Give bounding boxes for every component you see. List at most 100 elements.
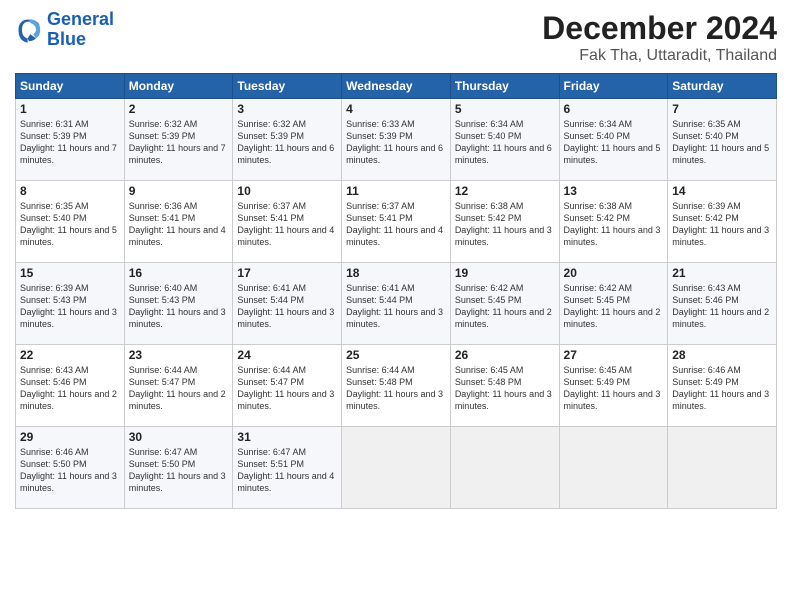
- calendar-cell: 30 Sunrise: 6:47 AMSunset: 5:50 PMDaylig…: [124, 427, 233, 509]
- cell-info: Sunrise: 6:41 AMSunset: 5:44 PMDaylight:…: [237, 283, 334, 329]
- cell-info: Sunrise: 6:39 AMSunset: 5:42 PMDaylight:…: [672, 201, 769, 247]
- cell-info: Sunrise: 6:38 AMSunset: 5:42 PMDaylight:…: [564, 201, 661, 247]
- cell-info: Sunrise: 6:43 AMSunset: 5:46 PMDaylight:…: [20, 365, 117, 411]
- cell-info: Sunrise: 6:42 AMSunset: 5:45 PMDaylight:…: [564, 283, 661, 329]
- logo-text: General Blue: [47, 10, 114, 50]
- calendar-cell: 2 Sunrise: 6:32 AMSunset: 5:39 PMDayligh…: [124, 99, 233, 181]
- cell-info: Sunrise: 6:33 AMSunset: 5:39 PMDaylight:…: [346, 119, 443, 165]
- week-row-5: 29 Sunrise: 6:46 AMSunset: 5:50 PMDaylig…: [16, 427, 777, 509]
- calendar-cell: 25 Sunrise: 6:44 AMSunset: 5:48 PMDaylig…: [342, 345, 451, 427]
- calendar-cell: 15 Sunrise: 6:39 AMSunset: 5:43 PMDaylig…: [16, 263, 125, 345]
- col-friday: Friday: [559, 74, 668, 99]
- calendar-cell: 20 Sunrise: 6:42 AMSunset: 5:45 PMDaylig…: [559, 263, 668, 345]
- day-number: 11: [346, 184, 446, 198]
- day-number: 9: [129, 184, 229, 198]
- cell-info: Sunrise: 6:37 AMSunset: 5:41 PMDaylight:…: [346, 201, 443, 247]
- calendar-cell: 9 Sunrise: 6:36 AMSunset: 5:41 PMDayligh…: [124, 181, 233, 263]
- day-number: 17: [237, 266, 337, 280]
- calendar-cell: 29 Sunrise: 6:46 AMSunset: 5:50 PMDaylig…: [16, 427, 125, 509]
- cell-info: Sunrise: 6:42 AMSunset: 5:45 PMDaylight:…: [455, 283, 552, 329]
- calendar-cell: [559, 427, 668, 509]
- title-area: December 2024 Fak Tha, Uttaradit, Thaila…: [542, 10, 777, 65]
- calendar-cell: 13 Sunrise: 6:38 AMSunset: 5:42 PMDaylig…: [559, 181, 668, 263]
- day-number: 5: [455, 102, 555, 116]
- calendar-cell: 21 Sunrise: 6:43 AMSunset: 5:46 PMDaylig…: [668, 263, 777, 345]
- day-number: 3: [237, 102, 337, 116]
- day-number: 6: [564, 102, 664, 116]
- calendar-cell: 3 Sunrise: 6:32 AMSunset: 5:39 PMDayligh…: [233, 99, 342, 181]
- day-number: 25: [346, 348, 446, 362]
- calendar-cell: 26 Sunrise: 6:45 AMSunset: 5:48 PMDaylig…: [450, 345, 559, 427]
- calendar-cell: 24 Sunrise: 6:44 AMSunset: 5:47 PMDaylig…: [233, 345, 342, 427]
- day-number: 13: [564, 184, 664, 198]
- day-number: 22: [20, 348, 120, 362]
- cell-info: Sunrise: 6:43 AMSunset: 5:46 PMDaylight:…: [672, 283, 769, 329]
- day-number: 29: [20, 430, 120, 444]
- day-number: 10: [237, 184, 337, 198]
- logo-icon: [15, 16, 43, 44]
- calendar-cell: 6 Sunrise: 6:34 AMSunset: 5:40 PMDayligh…: [559, 99, 668, 181]
- cell-info: Sunrise: 6:35 AMSunset: 5:40 PMDaylight:…: [672, 119, 769, 165]
- calendar-cell: 11 Sunrise: 6:37 AMSunset: 5:41 PMDaylig…: [342, 181, 451, 263]
- day-number: 31: [237, 430, 337, 444]
- calendar-cell: 31 Sunrise: 6:47 AMSunset: 5:51 PMDaylig…: [233, 427, 342, 509]
- cell-info: Sunrise: 6:47 AMSunset: 5:51 PMDaylight:…: [237, 447, 334, 493]
- calendar-cell: 7 Sunrise: 6:35 AMSunset: 5:40 PMDayligh…: [668, 99, 777, 181]
- logo-line1: General: [47, 10, 114, 30]
- cell-info: Sunrise: 6:41 AMSunset: 5:44 PMDaylight:…: [346, 283, 443, 329]
- cell-info: Sunrise: 6:36 AMSunset: 5:41 PMDaylight:…: [129, 201, 226, 247]
- calendar-cell: 10 Sunrise: 6:37 AMSunset: 5:41 PMDaylig…: [233, 181, 342, 263]
- day-number: 4: [346, 102, 446, 116]
- cell-info: Sunrise: 6:44 AMSunset: 5:47 PMDaylight:…: [129, 365, 226, 411]
- calendar-cell: 5 Sunrise: 6:34 AMSunset: 5:40 PMDayligh…: [450, 99, 559, 181]
- logo: General Blue: [15, 10, 114, 50]
- cell-info: Sunrise: 6:46 AMSunset: 5:50 PMDaylight:…: [20, 447, 117, 493]
- header: General Blue December 2024 Fak Tha, Utta…: [15, 10, 777, 65]
- calendar-cell: 18 Sunrise: 6:41 AMSunset: 5:44 PMDaylig…: [342, 263, 451, 345]
- day-number: 16: [129, 266, 229, 280]
- cell-info: Sunrise: 6:32 AMSunset: 5:39 PMDaylight:…: [129, 119, 226, 165]
- week-row-4: 22 Sunrise: 6:43 AMSunset: 5:46 PMDaylig…: [16, 345, 777, 427]
- calendar-cell: [450, 427, 559, 509]
- calendar-cell: 16 Sunrise: 6:40 AMSunset: 5:43 PMDaylig…: [124, 263, 233, 345]
- day-number: 12: [455, 184, 555, 198]
- day-number: 8: [20, 184, 120, 198]
- cell-info: Sunrise: 6:34 AMSunset: 5:40 PMDaylight:…: [564, 119, 661, 165]
- col-monday: Monday: [124, 74, 233, 99]
- calendar-cell: [342, 427, 451, 509]
- day-number: 24: [237, 348, 337, 362]
- calendar-cell: 19 Sunrise: 6:42 AMSunset: 5:45 PMDaylig…: [450, 263, 559, 345]
- cell-info: Sunrise: 6:31 AMSunset: 5:39 PMDaylight:…: [20, 119, 117, 165]
- calendar-cell: 28 Sunrise: 6:46 AMSunset: 5:49 PMDaylig…: [668, 345, 777, 427]
- day-number: 30: [129, 430, 229, 444]
- day-number: 27: [564, 348, 664, 362]
- col-wednesday: Wednesday: [342, 74, 451, 99]
- day-number: 28: [672, 348, 772, 362]
- calendar-cell: 4 Sunrise: 6:33 AMSunset: 5:39 PMDayligh…: [342, 99, 451, 181]
- week-row-2: 8 Sunrise: 6:35 AMSunset: 5:40 PMDayligh…: [16, 181, 777, 263]
- cell-info: Sunrise: 6:37 AMSunset: 5:41 PMDaylight:…: [237, 201, 334, 247]
- cell-info: Sunrise: 6:40 AMSunset: 5:43 PMDaylight:…: [129, 283, 226, 329]
- day-number: 2: [129, 102, 229, 116]
- col-sunday: Sunday: [16, 74, 125, 99]
- col-saturday: Saturday: [668, 74, 777, 99]
- cell-info: Sunrise: 6:45 AMSunset: 5:48 PMDaylight:…: [455, 365, 552, 411]
- month-title: December 2024: [542, 10, 777, 47]
- day-number: 20: [564, 266, 664, 280]
- day-number: 21: [672, 266, 772, 280]
- calendar-cell: 22 Sunrise: 6:43 AMSunset: 5:46 PMDaylig…: [16, 345, 125, 427]
- cell-info: Sunrise: 6:32 AMSunset: 5:39 PMDaylight:…: [237, 119, 334, 165]
- calendar-cell: [668, 427, 777, 509]
- cell-info: Sunrise: 6:39 AMSunset: 5:43 PMDaylight:…: [20, 283, 117, 329]
- location-title: Fak Tha, Uttaradit, Thailand: [542, 47, 777, 65]
- day-number: 18: [346, 266, 446, 280]
- calendar-cell: 14 Sunrise: 6:39 AMSunset: 5:42 PMDaylig…: [668, 181, 777, 263]
- col-thursday: Thursday: [450, 74, 559, 99]
- cell-info: Sunrise: 6:44 AMSunset: 5:48 PMDaylight:…: [346, 365, 443, 411]
- day-number: 1: [20, 102, 120, 116]
- logo-line2: Blue: [47, 30, 114, 50]
- calendar-cell: 12 Sunrise: 6:38 AMSunset: 5:42 PMDaylig…: [450, 181, 559, 263]
- col-tuesday: Tuesday: [233, 74, 342, 99]
- cell-info: Sunrise: 6:45 AMSunset: 5:49 PMDaylight:…: [564, 365, 661, 411]
- week-row-1: 1 Sunrise: 6:31 AMSunset: 5:39 PMDayligh…: [16, 99, 777, 181]
